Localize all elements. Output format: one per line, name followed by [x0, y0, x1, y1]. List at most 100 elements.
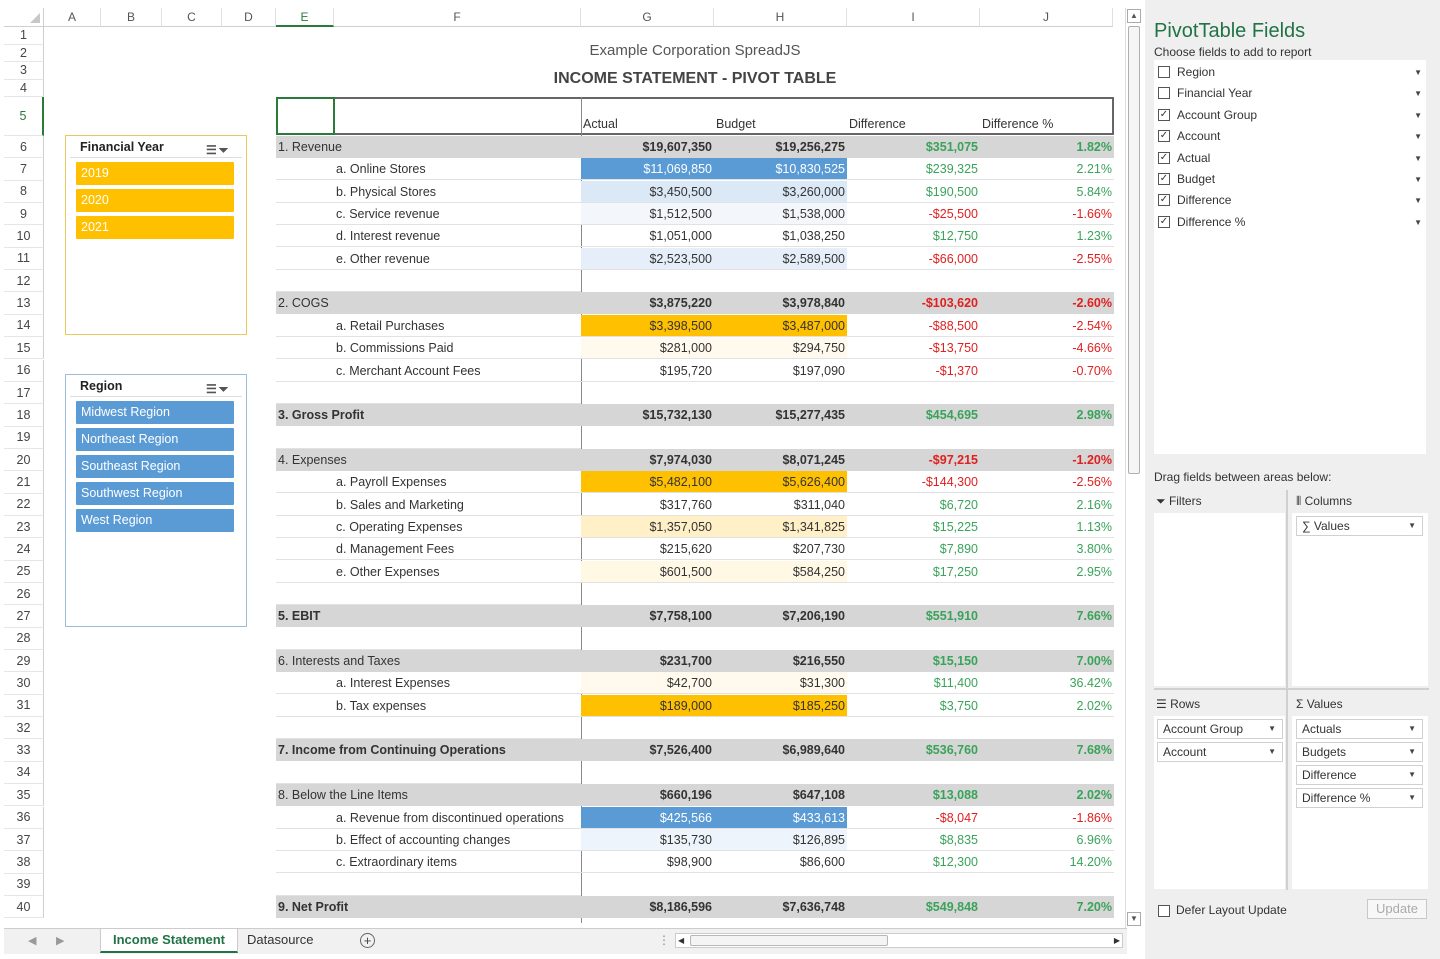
values-area[interactable]: Actuals ▼ Budgets ▼ Difference ▼ Difference… [1292, 716, 1428, 889]
row-header-21[interactable]: 21 [4, 471, 44, 494]
slicer-item[interactable]: Midwest Region [76, 401, 234, 424]
pivot-row[interactable]: a. Payroll Expenses $5,482,100 $5,626,400-… [276, 471, 1114, 494]
chevron-down-icon[interactable]: ▼ [1268, 720, 1276, 738]
update-button[interactable]: Update [1367, 899, 1427, 919]
row-header-9[interactable]: 9 [4, 203, 44, 226]
chevron-down-icon[interactable]: ▼ [1414, 132, 1422, 141]
chevron-down-icon[interactable]: ▼ [1414, 111, 1422, 120]
chevron-down-icon[interactable]: ▼ [1408, 720, 1416, 738]
scroll-right-icon[interactable]: ▶ [1114, 934, 1120, 947]
field-item[interactable]: Region ▼ [1158, 62, 1422, 83]
column-header-c[interactable]: C [162, 8, 222, 27]
column-header-h[interactable]: H [714, 8, 847, 27]
multi-select-filter-icon[interactable]: ☰⏷ [206, 378, 242, 396]
pivot-row[interactable]: d. Interest revenue $1,051,000 $1,038,250 $… [276, 225, 1114, 248]
splitter-handle-icon[interactable]: ⋮ [658, 933, 670, 947]
row-header-31[interactable]: 31 [4, 694, 44, 718]
row-header-16[interactable]: 16 [4, 359, 44, 382]
column-header-e[interactable]: E [276, 8, 334, 27]
row-header-5[interactable]: 5 [4, 97, 44, 136]
row-header-26[interactable]: 26 [4, 583, 44, 606]
chevron-down-icon[interactable]: ▼ [1414, 196, 1422, 205]
pivot-row[interactable]: 8. Below the Line Items $660,196 $647,108 $… [276, 784, 1114, 807]
slicer-item[interactable]: West Region [76, 509, 234, 532]
column-header-d[interactable]: D [222, 8, 276, 27]
field-checkbox[interactable]: ✓ [1158, 194, 1170, 207]
pivot-row[interactable]: 5. EBIT $7,758,100 $7,206,190 $551,910 7.66% [276, 605, 1114, 628]
pivot-row[interactable]: b. Sales and Marketing $317,760 $311,040 $6… [276, 494, 1114, 516]
pivot-row[interactable]: 4. Expenses $7,974,030 $8,071,245 -$97,215-… [276, 448, 1114, 471]
chevron-down-icon[interactable]: ▼ [1408, 743, 1416, 761]
chevron-down-icon[interactable]: ▼ [1414, 89, 1422, 98]
field-checkbox[interactable] [1158, 87, 1170, 100]
chevron-down-icon[interactable]: ▼ [1414, 175, 1422, 184]
row-header-32[interactable]: 32 [4, 717, 44, 740]
values-pill-difference-pct[interactable]: Difference % ▼ [1296, 788, 1423, 808]
row-header-27[interactable]: 27 [4, 605, 44, 628]
pivot-row[interactable]: c. Extraordinary items $98,900 $86,600 $12,… [276, 851, 1114, 874]
row-header-11[interactable]: 11 [4, 247, 44, 271]
row-header-35[interactable]: 35 [4, 784, 44, 807]
values-pill-difference[interactable]: Difference ▼ [1296, 765, 1423, 785]
slicer-region[interactable]: Region ☰⏷ Midwest Region Northeast Region S… [65, 374, 247, 627]
pivot-row[interactable]: 3. Gross Profit $15,732,130 $15,277,435 $45… [276, 404, 1114, 427]
row-header-1[interactable]: 1 [4, 27, 44, 45]
field-checkbox[interactable]: ✓ [1158, 108, 1170, 121]
pivot-row[interactable]: c. Merchant Account Fees $195,720 $197,090… [276, 360, 1114, 382]
field-list[interactable]: Region ▼ Financial Year ▼ ✓ Account Group ▼ ✓ Ac… [1154, 60, 1426, 454]
slicer-item[interactable]: 2019 [76, 162, 234, 185]
pivot-row[interactable]: e. Other Expenses $601,500 $584,250 $17,250… [276, 560, 1114, 583]
selected-cell[interactable] [276, 97, 335, 135]
row-header-19[interactable]: 19 [4, 426, 44, 449]
pivot-row[interactable]: 2. COGS $3,875,220 $3,978,840 -$103,620 -2.6… [276, 292, 1114, 315]
row-header-24[interactable]: 24 [4, 538, 44, 561]
field-checkbox[interactable] [1158, 66, 1170, 78]
row-header-25[interactable]: 25 [4, 560, 44, 583]
chevron-down-icon[interactable]: ▼ [1414, 218, 1422, 227]
pivot-row[interactable]: b. Commissions Paid $281,000 $294,750 -$13,… [276, 337, 1114, 360]
pivot-row[interactable]: b. Tax expenses $189,000 $185,250 $3,750 2.0… [276, 694, 1114, 717]
worksheet[interactable]: ABCDEFGHIJ 1 2 3 4 5 6 7 8 9 10 11 12 13 14 15 16 17 18 19… [0, 0, 1145, 959]
defer-checkbox[interactable] [1158, 904, 1170, 917]
defer-layout-update[interactable]: Defer Layout Update [1158, 903, 1287, 917]
horizontal-scrollbar[interactable]: ◀ ▶ [675, 933, 1123, 948]
row-header-22[interactable]: 22 [4, 493, 44, 516]
row-header-23[interactable]: 23 [4, 515, 44, 539]
slicer-item[interactable]: 2020 [76, 189, 234, 212]
row-header-14[interactable]: 14 [4, 314, 44, 338]
row-header-20[interactable]: 20 [4, 448, 44, 472]
chevron-down-icon[interactable]: ▼ [1414, 154, 1422, 163]
vertical-scrollbar[interactable]: ▲ ▼ [1125, 8, 1141, 928]
field-checkbox[interactable]: ✓ [1158, 130, 1170, 143]
pivot-row[interactable]: c. Operating Expenses $1,357,050 $1,341,82… [276, 515, 1114, 538]
field-item[interactable]: ✓ Difference ▼ [1158, 190, 1422, 211]
tab-income-statement[interactable]: Income Statement [100, 929, 238, 953]
row-header-18[interactable]: 18 [4, 404, 44, 427]
row-header-34[interactable]: 34 [4, 761, 44, 785]
scroll-down-icon[interactable]: ▼ [1127, 912, 1141, 926]
row-header-36[interactable]: 36 [4, 806, 44, 829]
field-checkbox[interactable]: ✓ [1158, 215, 1170, 228]
add-sheet-icon[interactable]: + [360, 933, 375, 948]
tab-datasource[interactable]: Datasource [235, 929, 325, 953]
chevron-down-icon[interactable]: ▼ [1268, 743, 1276, 761]
pivot-row[interactable]: 6. Interests and Taxes $231,700 $216,550 $1… [276, 650, 1114, 673]
columns-area[interactable]: ∑ Values ▼ [1292, 513, 1428, 686]
select-all-corner[interactable] [4, 8, 44, 27]
pivot-row[interactable]: b. Physical Stores $3,450,500 $3,260,000 $1… [276, 180, 1114, 203]
field-checkbox[interactable]: ✓ [1158, 173, 1170, 185]
chevron-down-icon[interactable]: ▼ [1414, 68, 1422, 77]
field-item[interactable]: Financial Year ▼ [1158, 83, 1422, 104]
row-header-12[interactable]: 12 [4, 270, 44, 293]
values-pill-actuals[interactable]: Actuals ▼ [1296, 719, 1423, 739]
slicer-item[interactable]: 2021 [76, 216, 234, 239]
pivot-row[interactable]: d. Management Fees $215,620 $207,730 $7,890… [276, 538, 1114, 561]
blank-row[interactable] [276, 270, 1114, 293]
row-header-30[interactable]: 30 [4, 672, 44, 695]
row-header-40[interactable]: 40 [4, 895, 44, 919]
blank-row[interactable] [276, 628, 1114, 650]
tab-nav-next-icon[interactable]: ▶ [56, 934, 64, 947]
row-header-37[interactable]: 37 [4, 828, 44, 852]
field-item[interactable]: ✓ Actual ▼ [1158, 148, 1422, 169]
blank-row[interactable] [276, 382, 1114, 404]
